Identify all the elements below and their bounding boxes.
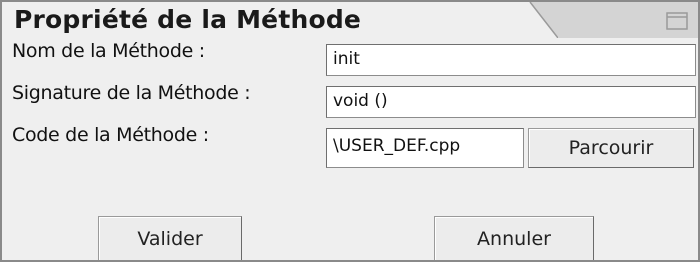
cancel-button[interactable]: Annuler	[434, 216, 594, 260]
method-name-field[interactable]: init	[326, 44, 696, 76]
method-code-label: Code de la Méthode :	[12, 124, 209, 146]
title-bar[interactable]: Propriété de la Méthode	[2, 2, 698, 38]
title-tab-edge	[522, 2, 558, 38]
maximize-icon[interactable]	[666, 12, 688, 30]
browse-button[interactable]: Parcourir	[528, 128, 694, 168]
method-signature-label: Signature de la Méthode :	[12, 82, 251, 104]
method-name-label: Nom de la Méthode :	[12, 40, 205, 62]
method-properties-dialog: Propriété de la Méthode Nom de la Méthod…	[0, 0, 700, 262]
dialog-title: Propriété de la Méthode	[14, 5, 362, 34]
method-code-field[interactable]: \USER_DEF.cpp	[326, 128, 524, 168]
validate-button[interactable]: Valider	[98, 216, 242, 260]
method-signature-field[interactable]: void ()	[326, 86, 696, 118]
